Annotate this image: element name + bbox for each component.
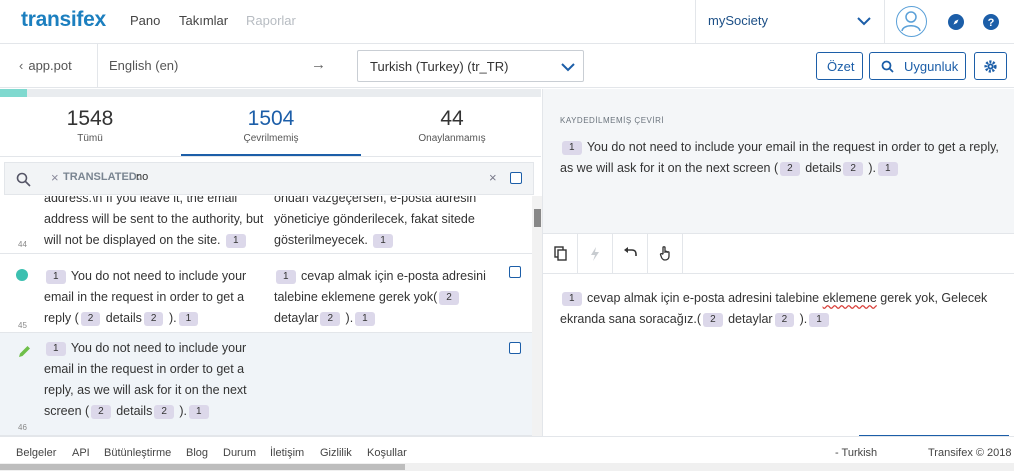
pencil-icon: [19, 346, 30, 357]
translation-string: ondan vazgeçersen, e-posta adresin yönet…: [274, 196, 477, 248]
search-filter-bar[interactable]: × TRANSLATED: no ×: [4, 162, 534, 195]
nav-dashboard[interactable]: Pano: [130, 13, 160, 28]
active-tab-indicator: [181, 154, 361, 156]
source-string: 1 You do not need to include your email …: [44, 269, 247, 326]
remove-filter-icon[interactable]: ×: [51, 170, 59, 185]
svg-text:?: ?: [988, 17, 995, 29]
consistency-button[interactable]: Uygunluk: [869, 52, 966, 80]
row-number: 44: [18, 240, 27, 249]
target-language-value: Turkish (Turkey) (tr_TR): [370, 59, 509, 74]
compass-icon[interactable]: [948, 14, 964, 30]
search-icon: [16, 172, 31, 187]
panel-caption: KAYDEDİLMEMİŞ ÇEVİRİ: [560, 116, 665, 125]
tab-label: Onaylanmamış: [418, 133, 486, 144]
copy-icon: [554, 246, 567, 261]
chevron-down-icon: [857, 17, 871, 26]
list-item[interactable]: 1 You do not need to include your email …: [0, 333, 532, 436]
top-navbar: transifex Pano Takımlar Raporlar mySocie…: [0, 0, 1014, 44]
tab-count: 1548: [66, 107, 114, 130]
help-icon[interactable]: ?: [983, 14, 999, 30]
footer-link-api[interactable]: API: [72, 447, 90, 459]
row-checkbox[interactable]: [509, 266, 521, 278]
tab-all[interactable]: 1548 Tümü: [0, 107, 180, 144]
row-number: 45: [18, 321, 27, 330]
list-item[interactable]: 1 You do not need to include your email …: [0, 255, 532, 333]
footer-link-terms[interactable]: Koşullar: [367, 447, 407, 459]
row-number: 46: [18, 423, 27, 432]
hand-pointer-icon: [659, 246, 670, 261]
transifex-logo[interactable]: transifex: [21, 8, 106, 32]
source-string: address.\n If you leave it, the email ad…: [44, 196, 264, 248]
spelling-error: eklemene: [822, 291, 877, 305]
placeholder-tag: 1: [225, 234, 246, 248]
footer-link-integrations[interactable]: Bütünleştirme: [104, 447, 171, 459]
footer-link-docs[interactable]: Belgeler: [16, 447, 56, 459]
tab-unreviewed[interactable]: 44 Onaylanmamış: [362, 107, 542, 144]
source-language: English (en): [109, 58, 179, 73]
select-all-checkbox[interactable]: [510, 172, 522, 184]
footer-link-blog[interactable]: Blog: [186, 447, 208, 459]
list-item[interactable]: address.\n If you leave it, the email ad…: [0, 196, 532, 254]
list-scrollbar[interactable]: [532, 196, 542, 436]
footer-copyright: Transifex © 2018: [928, 447, 1012, 459]
tab-untranslated[interactable]: 1504 Çevrilmemiş: [181, 107, 361, 144]
source-string-panel: KAYDEDİLMEMİŞ ÇEVİRİ 1 You do not need t…: [543, 89, 1014, 234]
scrollbar-thumb[interactable]: [534, 209, 541, 227]
target-language-select[interactable]: Turkish (Turkey) (tr_TR): [357, 50, 584, 82]
editor-panel: KAYDEDİLMEMİŞ ÇEVİRİ 1 You do not need t…: [542, 89, 1014, 437]
tab-label: Çevrilmemiş: [243, 133, 299, 144]
status-dot: [16, 269, 28, 281]
chevron-down-icon: [561, 63, 575, 72]
source-text: 1 You do not need to include your email …: [560, 140, 999, 176]
tab-count: 1504: [247, 107, 295, 130]
source-string: 1 You do not need to include your email …: [44, 341, 247, 419]
string-list: address.\n If you leave it, the email ad…: [0, 196, 532, 436]
clear-search-icon[interactable]: ×: [489, 170, 497, 185]
footer-link-contact[interactable]: İletişim: [270, 447, 304, 459]
translation-tools: [543, 234, 1014, 274]
chevron-left-icon: ‹: [19, 58, 24, 73]
editor-toolbar: ‹ app.pot English (en) → Turkish (Turkey)…: [0, 44, 1014, 88]
tab-label: Tümü: [77, 133, 103, 144]
footer-link-status[interactable]: Durum: [223, 447, 256, 459]
nav-reports[interactable]: Raporlar: [246, 13, 296, 28]
string-filter-tabs: 1548 Tümü 1504 Çevrilmemiş 44 Onaylanmam…: [0, 97, 541, 157]
organization-name: mySociety: [708, 13, 768, 28]
search-icon: [881, 60, 894, 73]
back-link[interactable]: ‹ app.pot: [19, 58, 72, 73]
scrollbar-thumb[interactable]: [0, 464, 405, 470]
resource-name: app.pot: [28, 58, 72, 73]
translation-progress-bar: [0, 89, 541, 97]
progress-fill: [0, 89, 28, 97]
horizontal-scrollbar[interactable]: [0, 463, 1014, 471]
filter-key: TRANSLATED:: [63, 171, 141, 183]
placeholder-tag: 1: [373, 234, 393, 248]
lightning-icon: [591, 247, 599, 261]
summary-button[interactable]: Özet: [816, 52, 863, 80]
undo-icon: [624, 247, 637, 256]
settings-button[interactable]: [974, 52, 1007, 80]
tab-count: 44: [440, 107, 464, 130]
user-icon: [901, 11, 921, 32]
arrow-right-icon: →: [311, 56, 326, 73]
divider: [97, 44, 98, 88]
consistency-button-label: Uygunluk: [904, 59, 959, 74]
summary-button-label: Özet: [827, 59, 855, 74]
auto-translate-button[interactable]: [578, 234, 613, 274]
user-avatar[interactable]: [896, 6, 927, 37]
organization-selector[interactable]: mySociety: [695, 0, 885, 44]
translation-string: 1 cevap almak için e-posta adresini tale…: [274, 269, 486, 326]
row-checkbox[interactable]: [509, 342, 521, 354]
footer-language[interactable]: - Turkish: [835, 447, 877, 459]
copy-source-button[interactable]: [543, 234, 578, 274]
gear-icon: [984, 60, 997, 73]
nav-teams[interactable]: Takımlar: [179, 13, 228, 28]
footer-link-privacy[interactable]: Gizlilik: [320, 447, 352, 459]
translation-editor[interactable]: 1 cevap almak için e-posta adresini tale…: [560, 288, 1005, 330]
undo-button[interactable]: [613, 234, 648, 274]
filter-value: no: [136, 171, 149, 183]
instructions-button[interactable]: [648, 234, 683, 274]
